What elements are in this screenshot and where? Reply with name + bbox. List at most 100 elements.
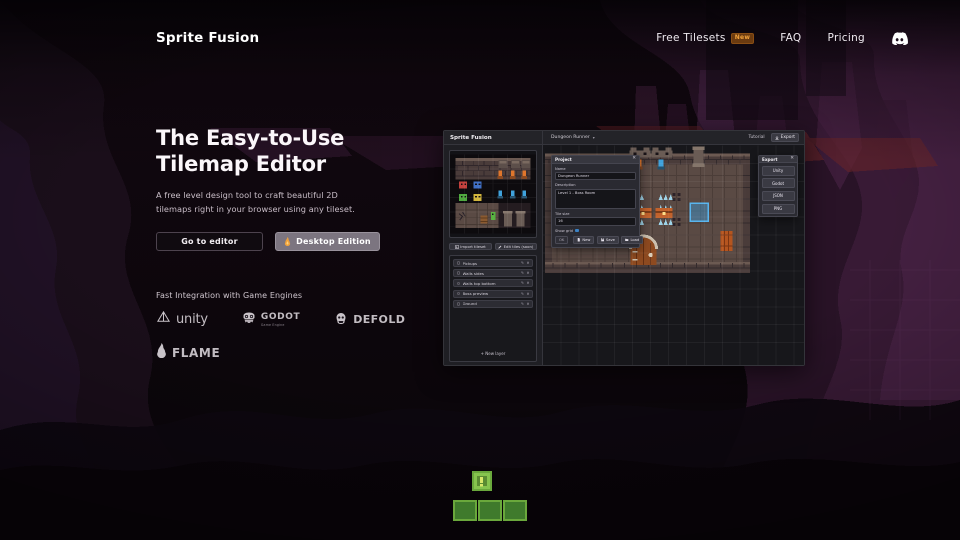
load-project-button[interactable]: Load — [621, 236, 643, 244]
app-toolbar: Sprite Fusion Dungeon Runner ▾ Tutorial … — [444, 131, 804, 145]
layer-row[interactable]: Ground ✎✕ — [453, 300, 533, 308]
layer-row[interactable]: Walls top bottom ✎✕ — [453, 279, 533, 287]
folder-icon — [625, 238, 629, 242]
hero-buttons: Go to editor Desktop Edition — [156, 232, 406, 251]
app-body: Import tileset Edit tiles (soon) Pickups… — [444, 145, 804, 366]
save-project-button[interactable]: Save — [597, 236, 619, 244]
map-canvas[interactable]: Project ✕ Name Dungeon Runner Descriptio… — [543, 145, 804, 366]
question-block — [472, 471, 492, 491]
nav-item-free-tilesets[interactable]: Free Tilesets New — [656, 32, 754, 44]
close-icon[interactable]: ✕ — [526, 302, 529, 306]
close-icon[interactable]: ✕ — [790, 157, 794, 162]
tileset-palette[interactable] — [449, 150, 537, 238]
go-to-editor-button[interactable]: Go to editor — [156, 232, 263, 251]
pencil-icon — [498, 245, 502, 249]
description-label: Description — [555, 183, 636, 187]
engine-logo-defold[interactable]: DEFOLD — [334, 310, 405, 329]
close-icon[interactable]: ✕ — [526, 271, 529, 275]
export-button[interactable]: Export — [771, 133, 799, 142]
layer-name: Walls top bottom — [463, 281, 496, 286]
close-icon[interactable]: ✕ — [526, 261, 529, 265]
layer-tools: ✎✕ — [521, 281, 530, 285]
new-project-button[interactable]: New — [573, 236, 594, 244]
pencil-icon[interactable]: ✎ — [521, 281, 524, 285]
godot-word: GODOT — [261, 312, 300, 322]
pencil-icon[interactable]: ✎ — [521, 292, 524, 296]
layer-row[interactable]: Pickups ✎✕ — [453, 259, 533, 267]
app-left-panel: Import tileset Edit tiles (soon) Pickups… — [444, 145, 543, 366]
eye-icon[interactable] — [457, 302, 461, 306]
import-tileset-button[interactable]: Import tileset — [449, 243, 492, 250]
app-brand: Sprite Fusion — [444, 131, 543, 144]
pencil-icon[interactable]: ✎ — [521, 261, 524, 265]
export-panel: Export ✕ Unity Godot JSON PNG — [758, 155, 798, 217]
engine-logo-unity[interactable]: unity — [156, 310, 208, 329]
ok-button[interactable]: OK — [555, 236, 568, 244]
tile-size-label: Tile size — [555, 212, 636, 216]
nav-item-faq[interactable]: FAQ — [780, 32, 801, 44]
hero-subtitle: A free level design tool to craft beauti… — [156, 189, 371, 216]
engine-logo-godot[interactable]: GODOT Game Engine — [242, 310, 300, 329]
show-grid-row[interactable]: Show grid — [555, 229, 636, 233]
nav-label-free-tilesets: Free Tilesets — [656, 32, 725, 44]
load-project-label: Load — [630, 238, 639, 242]
unity-icon — [156, 310, 171, 329]
app-preview-window: Sprite Fusion Dungeon Runner ▾ Tutorial … — [443, 130, 805, 366]
layer-row[interactable]: Walls sides ✎✕ — [453, 269, 533, 277]
export-option-png[interactable]: PNG — [762, 204, 795, 214]
export-button-label: Export — [781, 135, 795, 140]
nav-item-pricing[interactable]: Pricing — [828, 32, 866, 44]
layer-tools: ✎✕ — [521, 261, 530, 265]
layer-name: Boss preview — [463, 291, 489, 296]
new-badge: New — [731, 33, 755, 44]
brand-logo[interactable]: Sprite Fusion — [156, 30, 259, 46]
pencil-icon[interactable]: ✎ — [521, 302, 524, 306]
layers-panel: Pickups ✎✕ Walls sides ✎✕ — [449, 255, 537, 362]
close-icon[interactable]: ✕ — [526, 292, 529, 296]
export-panel-title: Export — [762, 157, 778, 162]
flame-engine-icon — [156, 343, 167, 362]
engine-logo-flame[interactable]: FLAME — [156, 343, 220, 362]
export-options: Unity Godot JSON PNG — [759, 163, 797, 216]
close-icon[interactable]: ✕ — [526, 281, 529, 285]
project-dialog-body: Name Dungeon Runner Description Level 1 … — [552, 164, 639, 248]
new-project-label: New — [582, 238, 590, 242]
godot-sub: Game Engine — [261, 323, 300, 327]
tutorial-button[interactable]: Tutorial — [748, 135, 764, 140]
pencil-icon[interactable]: ✎ — [521, 271, 524, 275]
edit-tiles-button[interactable]: Edit tiles (soon) — [495, 243, 538, 250]
download-icon — [775, 136, 779, 140]
project-dialog-buttons: OK New Save — [555, 236, 636, 244]
project-description-input[interactable]: Level 1 - Boss Room — [555, 189, 636, 209]
eye-icon[interactable] — [457, 292, 461, 296]
eye-icon[interactable] — [457, 282, 461, 286]
save-icon — [601, 238, 605, 242]
name-label: Name — [555, 167, 636, 171]
page-title: The Easy-to-Use Tilemap Editor — [156, 126, 406, 177]
app-project-selector[interactable]: Dungeon Runner ▾ — [543, 135, 748, 140]
new-layer-button[interactable]: + New layer — [453, 351, 533, 358]
edit-tiles-label: Edit tiles (soon) — [504, 244, 534, 249]
eye-icon[interactable] — [457, 261, 461, 265]
show-grid-label: Show grid — [555, 229, 573, 233]
show-grid-checkbox[interactable] — [575, 229, 579, 233]
site-header: Sprite Fusion Free Tilesets New FAQ Pric… — [0, 0, 960, 76]
tileset-actions: Import tileset Edit tiles (soon) — [444, 243, 542, 250]
export-option-godot[interactable]: Godot — [762, 178, 795, 188]
layer-row[interactable]: Boss preview ✎✕ — [453, 290, 533, 298]
export-option-unity[interactable]: Unity — [762, 166, 795, 176]
desktop-edition-button[interactable]: Desktop Edition — [275, 232, 380, 251]
page-title-line-2: Tilemap Editor — [156, 152, 406, 178]
discord-icon[interactable] — [891, 32, 908, 45]
tile-size-input[interactable]: 16 — [555, 217, 636, 226]
eye-icon[interactable] — [457, 271, 461, 275]
platform-blocks — [450, 468, 534, 528]
project-name-input[interactable]: Dungeon Runner — [555, 172, 636, 181]
godot-icon — [242, 310, 256, 329]
close-icon[interactable]: ✕ — [632, 157, 636, 162]
flame-icon — [284, 237, 291, 246]
layer-tools: ✎✕ — [521, 271, 530, 275]
project-dialog-title: Project — [555, 157, 572, 162]
export-option-json[interactable]: JSON — [762, 191, 795, 201]
app-project-name: Dungeon Runner — [551, 135, 590, 140]
